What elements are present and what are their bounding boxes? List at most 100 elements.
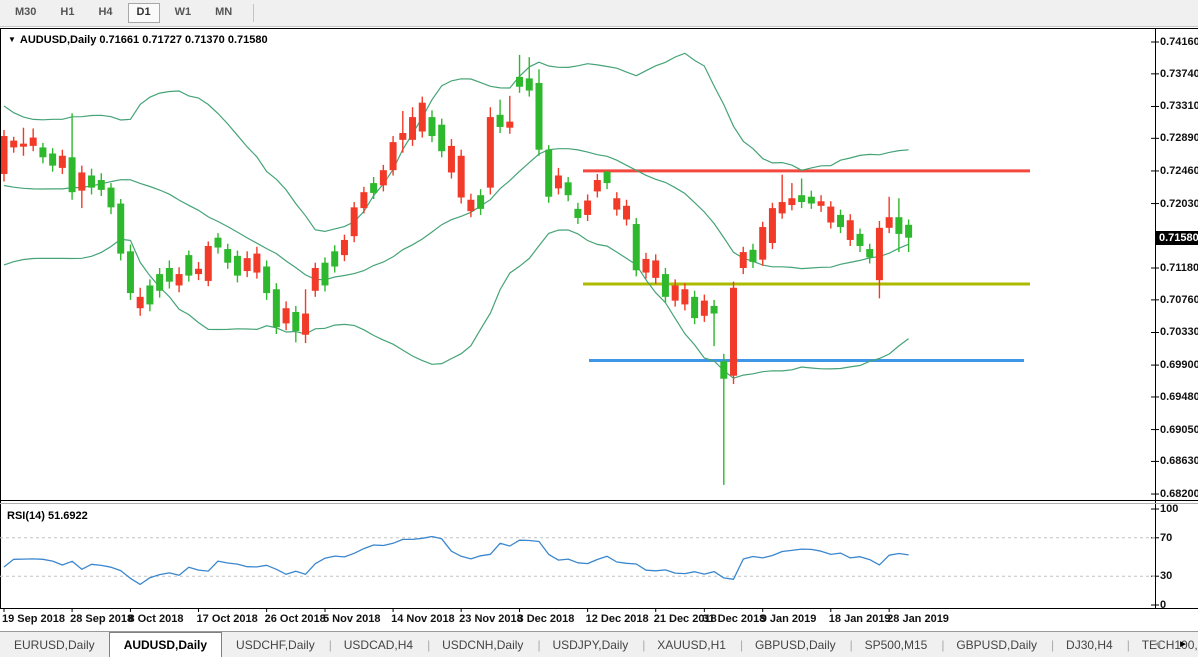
candle-body (419, 103, 426, 132)
date-axis-label: 31 Dec 2018 (702, 613, 765, 625)
candle-body (321, 263, 328, 286)
rsi-axis-label: 70 (1160, 533, 1172, 544)
rsi-pane (0, 537, 1155, 585)
date-axis-label: 18 Jan 2019 (829, 613, 891, 625)
price-axis-label: 0.69900 (1160, 360, 1198, 371)
price-axis-label: 0.68630 (1160, 456, 1198, 467)
chart-title: ▼AUDUSD,Daily 0.71661 0.71727 0.71370 0.… (8, 34, 268, 46)
candle-body (516, 77, 523, 87)
candle-body (69, 157, 76, 192)
candle-body (409, 117, 416, 140)
candle-body (176, 274, 183, 285)
candle-body (759, 227, 766, 260)
candle-body (866, 249, 873, 257)
tab-scroll-right-icon[interactable]: ► (1178, 639, 1188, 650)
candle-body (10, 141, 17, 148)
candle-body (642, 259, 649, 273)
date-axis-label: 23 Nov 2018 (459, 613, 523, 625)
price-axis-label: 0.69480 (1160, 392, 1198, 403)
candle-body (506, 122, 513, 128)
date-axis-label: 17 Oct 2018 (197, 613, 258, 625)
candle-body (98, 180, 105, 190)
candle-body (107, 188, 114, 208)
timeframe-button-w1[interactable]: W1 (166, 3, 201, 23)
candlesticks-layer (1, 55, 913, 485)
candle-body (428, 117, 435, 136)
candle-body (662, 274, 669, 297)
candle-body (788, 198, 795, 205)
candle-body (545, 150, 552, 197)
candle-body (1, 136, 8, 174)
candle-body (214, 238, 221, 248)
price-axis-label: 0.72890 (1160, 133, 1198, 144)
price-axis-label: 0.73740 (1160, 69, 1198, 80)
timeframe-button-d1[interactable]: D1 (128, 3, 160, 23)
candle-body (20, 144, 27, 147)
candle-body (380, 170, 387, 185)
candle-body (876, 228, 883, 280)
tab-usdcnh-daily[interactable]: USDCNH,Daily (428, 632, 537, 657)
rsi-axis-label: 30 (1160, 571, 1172, 582)
candle-body (856, 234, 863, 246)
candle-body (837, 215, 844, 227)
timeframe-button-h4[interactable]: H4 (89, 3, 121, 23)
candle-body (438, 125, 445, 152)
candle-body (730, 288, 737, 376)
tab-usdchf-daily[interactable]: USDCHF,Daily (222, 632, 329, 657)
tab-xauusd-h1[interactable]: XAUUSD,H1 (643, 632, 740, 657)
tab-gbpusd-daily[interactable]: GBPUSD,Daily (942, 632, 1051, 657)
candle-body (623, 206, 630, 220)
tab-eurusd-daily[interactable]: EURUSD,Daily (0, 632, 109, 657)
price-axis-label: 0.70330 (1160, 327, 1198, 338)
candle-body (652, 260, 659, 277)
candle-body (691, 297, 698, 318)
candle-body (283, 308, 290, 323)
candle-body (555, 175, 562, 188)
symbol-tabbar: EURUSD,DailyAUDUSD,DailyUSDCHF,Daily|USD… (0, 632, 1198, 657)
candle-body (740, 252, 747, 268)
candle-body (127, 251, 134, 293)
tab-scroll-arrows: ◄ ► (1152, 632, 1188, 657)
candle-body (467, 200, 474, 211)
date-axis-label: 3 Dec 2018 (518, 613, 575, 625)
candle-body (798, 195, 805, 202)
tab-sp500-m15[interactable]: SP500,M15 (851, 632, 942, 657)
candle-body (137, 297, 144, 308)
candle-body (292, 312, 299, 331)
chart-dropdown-icon[interactable]: ▼ (8, 35, 16, 44)
candle-body (711, 306, 718, 314)
tab-gbpusd-daily[interactable]: GBPUSD,Daily (741, 632, 850, 657)
date-axis-label: 8 Oct 2018 (128, 613, 183, 625)
candle-body (701, 301, 708, 316)
candle-body (886, 217, 893, 228)
price-axis-label: 0.74160 (1160, 37, 1198, 48)
tab-audusd-daily[interactable]: AUDUSD,Daily (109, 632, 222, 657)
tab-usdcad-h4[interactable]: USDCAD,H4 (330, 632, 427, 657)
candle-body (88, 175, 95, 187)
candle-body (565, 182, 572, 195)
candle-body (224, 249, 231, 263)
date-axis-label: 5 Nov 2018 (323, 613, 380, 625)
tab-dj30-h4[interactable]: DJ30,H4 (1052, 632, 1127, 657)
timeframe-button-h1[interactable]: H1 (51, 3, 83, 23)
candle-body (448, 146, 455, 173)
candle-body (302, 314, 309, 335)
candle-body (156, 274, 163, 291)
candle-body (263, 267, 270, 294)
timeframe-button-m30[interactable]: M30 (6, 3, 45, 23)
candle-body (526, 78, 533, 90)
candle-body (360, 192, 367, 208)
tab-scroll-left-icon[interactable]: ◄ (1152, 639, 1162, 650)
rsi-axis-label: 100 (1160, 504, 1178, 515)
price-chart-canvas[interactable] (0, 28, 1198, 612)
candle-body (117, 204, 124, 254)
timeframe-button-mn[interactable]: MN (206, 3, 241, 23)
candle-body (166, 268, 173, 282)
candle-body (39, 147, 46, 157)
timeframe-toolbar: M30 H1 H4 D1 W1MN (0, 0, 1198, 27)
tab-usdjpy-daily[interactable]: USDJPY,Daily (538, 632, 642, 657)
date-axis-label: 14 Nov 2018 (391, 613, 455, 625)
date-axis-label: 19 Sep 2018 (2, 613, 65, 625)
candle-body (535, 83, 542, 150)
candle-body (487, 117, 494, 188)
